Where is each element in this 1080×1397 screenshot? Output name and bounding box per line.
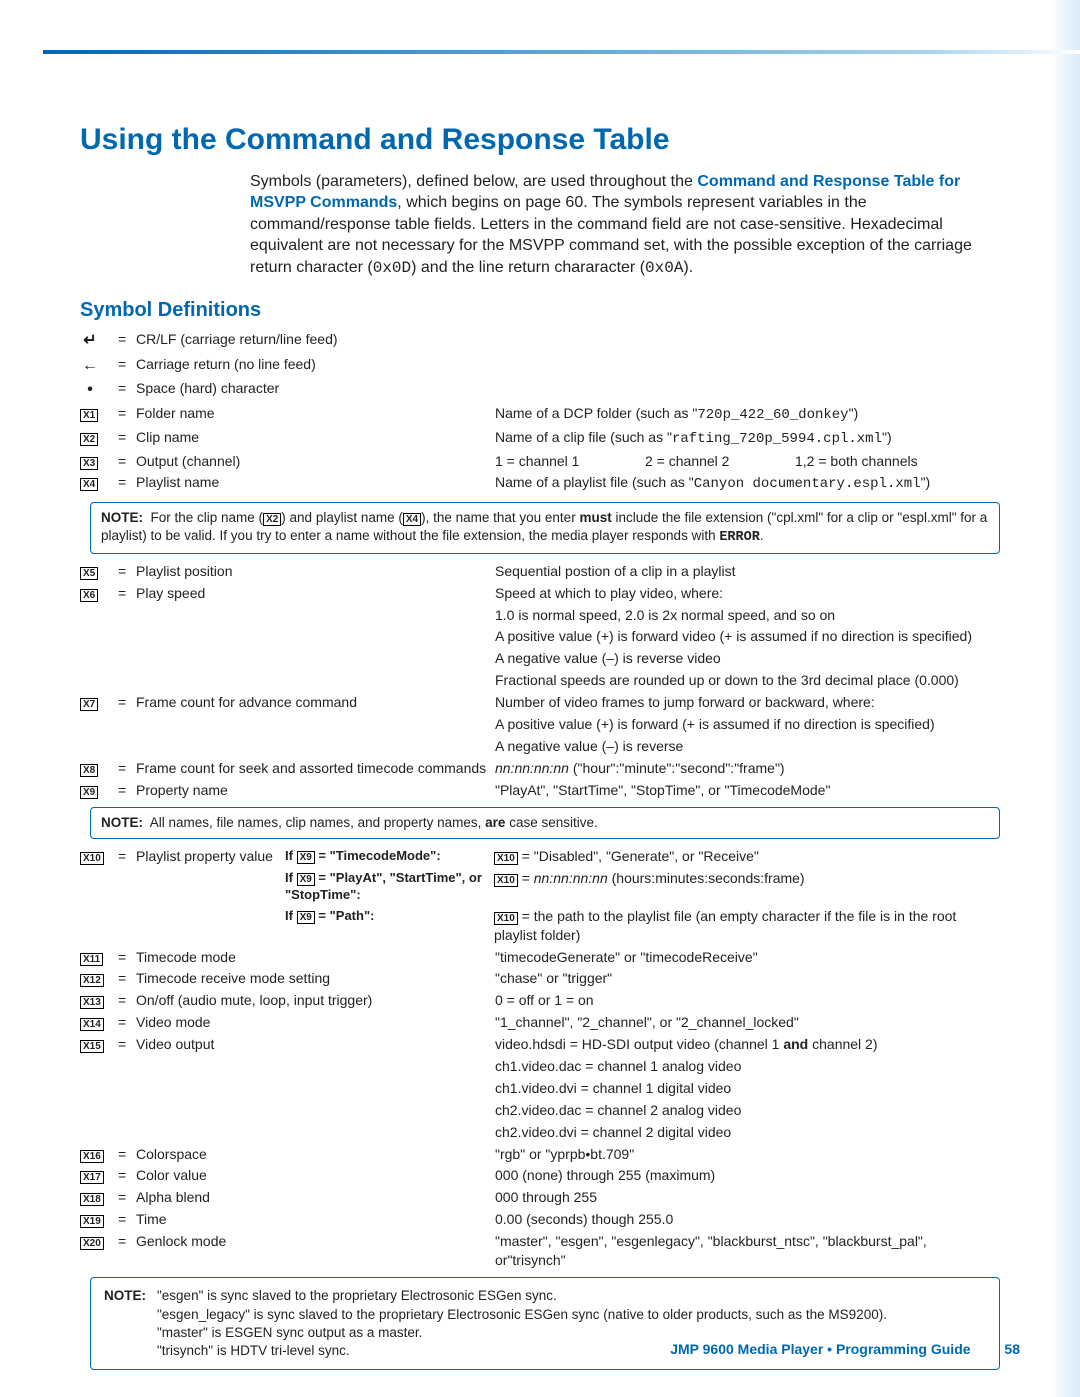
page-content: Using the Command and Response Table Sym… — [80, 60, 1000, 1376]
page-number: 58 — [1004, 1341, 1020, 1357]
table-row: •=Space (hard) character — [80, 378, 1000, 403]
intro-paragraph: Symbols (parameters), defined below, are… — [250, 171, 1000, 280]
table-row: X9=Property name"PlayAt", "StartTime", "… — [80, 779, 1000, 801]
symbol-table-2: X5=Playlist positionSequential postion o… — [80, 560, 1000, 801]
table-row: X2=Clip nameName of a clip file (such as… — [80, 426, 1000, 450]
table-row: ↵=CR/LF (carriage return/line feed) — [80, 328, 1000, 353]
table-row: X10 = Playlist property value If X9 = "T… — [80, 845, 1000, 867]
return-icon: ↵ — [80, 330, 100, 352]
cr-icon: ← — [80, 355, 100, 377]
table-row: X18=Alpha blend000 through 255 — [80, 1187, 1000, 1209]
table-row: X5=Playlist positionSequential postion o… — [80, 560, 1000, 582]
note-box-2: NOTE: All names, file names, clip names,… — [90, 807, 1000, 839]
table-row: X14=Video mode"1_channel", "2_channel", … — [80, 1012, 1000, 1034]
footer: JMP 9600 Media Player • Programming Guid… — [670, 1340, 1020, 1359]
footer-title: JMP 9600 Media Player • Programming Guid… — [670, 1341, 970, 1357]
table-row: X6=Play speedSpeed at which to play vide… — [80, 582, 1000, 604]
top-rule — [43, 50, 1080, 54]
note-box-1: NOTE: For the clip name (X2) and playlis… — [90, 502, 1000, 554]
table-row: X20=Genlock mode"master", "esgen", "esge… — [80, 1231, 1000, 1272]
table-row: X15=Video outputvideo.hdsdi = HD-SDI out… — [80, 1034, 1000, 1056]
table-row: X11=Timecode mode"timecodeGenerate" or "… — [80, 946, 1000, 968]
symbol-table-3: X10 = Playlist property value If X9 = "T… — [80, 845, 1000, 946]
table-row: X7=Frame count for advance commandNumber… — [80, 692, 1000, 714]
heading-1: Using the Command and Response Table — [80, 120, 1000, 161]
table-row: X13=On/off (audio mute, loop, input trig… — [80, 990, 1000, 1012]
heading-2: Symbol Definitions — [80, 297, 1000, 324]
symbol-table: ↵=CR/LF (carriage return/line feed) ←=Ca… — [80, 328, 1000, 495]
table-row: X12=Timecode receive mode setting"chase"… — [80, 968, 1000, 990]
table-row: X19=Time0.00 (seconds) though 255.0 — [80, 1209, 1000, 1231]
right-gradient — [1050, 0, 1080, 1397]
table-row: X16=Colorspace"rgb" or "yprpb•bt.709" — [80, 1143, 1000, 1165]
symbol-table-4: X11=Timecode mode"timecodeGenerate" or "… — [80, 946, 1000, 1271]
table-row: X1=Folder nameName of a DCP folder (such… — [80, 402, 1000, 426]
table-row: X17=Color value000 (none) through 255 (m… — [80, 1165, 1000, 1187]
space-icon: • — [80, 379, 100, 401]
table-row: X3=Output (channel)1 = channel 12 = chan… — [80, 450, 1000, 472]
table-row: ←=Carriage return (no line feed) — [80, 353, 1000, 378]
table-row: X4=Playlist nameName of a playlist file … — [80, 472, 1000, 496]
table-row: X8=Frame count for seek and assorted tim… — [80, 757, 1000, 779]
